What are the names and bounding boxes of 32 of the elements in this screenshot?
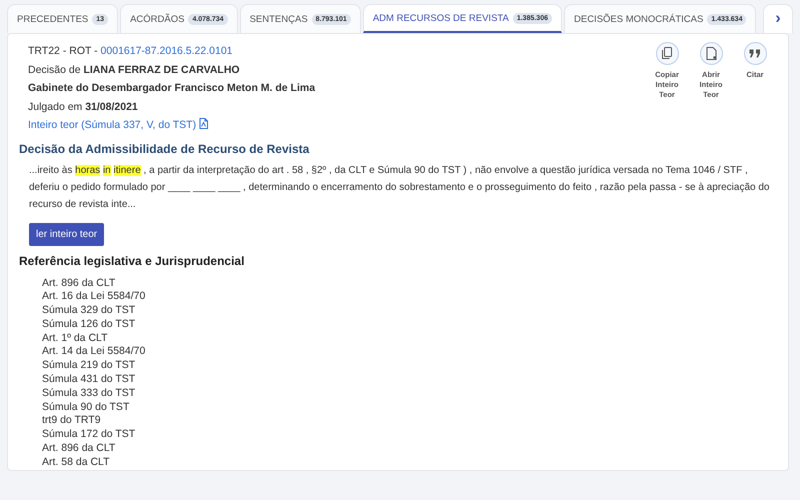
reference-item: Art. 896 da CLT xyxy=(42,276,116,290)
reference-item: Art. 1º da CLT xyxy=(42,332,108,346)
references-title: Referência legislativa e Jurisprudencial xyxy=(19,254,246,268)
judged-date: Julgado em 31/08/2021 xyxy=(28,100,139,114)
reference-item: trt9 do TRT9 xyxy=(42,414,102,428)
process-number-link[interactable]: 0001617-87.2016.5.22.0101 xyxy=(100,45,233,57)
reference-item: Súmula 126 do TST xyxy=(42,318,136,332)
office-name: Gabinete do Desembargador Francisco Meton M. de Lima xyxy=(28,81,316,96)
decision-author: Decisão de LIANA FERRAZ DE CARVALHO xyxy=(28,62,241,78)
document-button[interactable] xyxy=(700,42,722,65)
section-title: Decisão da Admissibilidade de Recurso de Revista xyxy=(19,142,310,156)
reference-item: Súmula 172 do TST xyxy=(42,428,136,442)
reference-item: Art. 896 da CLT xyxy=(42,442,116,456)
reference-item: Art. 16 da Lei 5584/70 xyxy=(42,290,146,304)
court-code: TRT22 - ROT - xyxy=(28,45,99,57)
reference-item: Súmula 219 do TST xyxy=(42,359,136,374)
copy-icon xyxy=(661,47,673,60)
reference-item: Súmula 329 do TST xyxy=(42,304,136,318)
copy-button[interactable] xyxy=(656,42,678,65)
excerpt-text: ...ireito às horas in itinere , a partir da interpretação do art . 58 , §2º , da CLT e Súmula 90 do TST ) , não envolve a questão jurídica versada no Tema 1046 / STF , deferiu o pedido formulado por ____ ____ ____ , determinando o encerramento do sobrestamento e o prosseguimento do feito , razão pela passa - se à apreciação do recurso de revista inte... xyxy=(29,164,770,212)
full-text-link[interactable]: Inteiro teor (Súmula 337, V, do TST) xyxy=(28,119,196,131)
next-tab-button[interactable]: › xyxy=(763,4,793,33)
read-full-text-button[interactable]: ler inteiro teor xyxy=(29,222,104,246)
document-icon xyxy=(706,47,716,60)
quote-button[interactable] xyxy=(744,42,766,65)
quote-icon xyxy=(749,49,761,58)
reference-item: Súmula 333 do TST xyxy=(42,386,136,401)
document-icon xyxy=(199,118,208,129)
reference-item: Súmula 431 do TST xyxy=(42,373,136,387)
reference-item: Art. 14 da Lei 5584/70 xyxy=(42,345,146,360)
reference-item: Art. 58 da CLT xyxy=(42,456,111,470)
reference-item: Súmula 90 do TST xyxy=(42,400,130,414)
